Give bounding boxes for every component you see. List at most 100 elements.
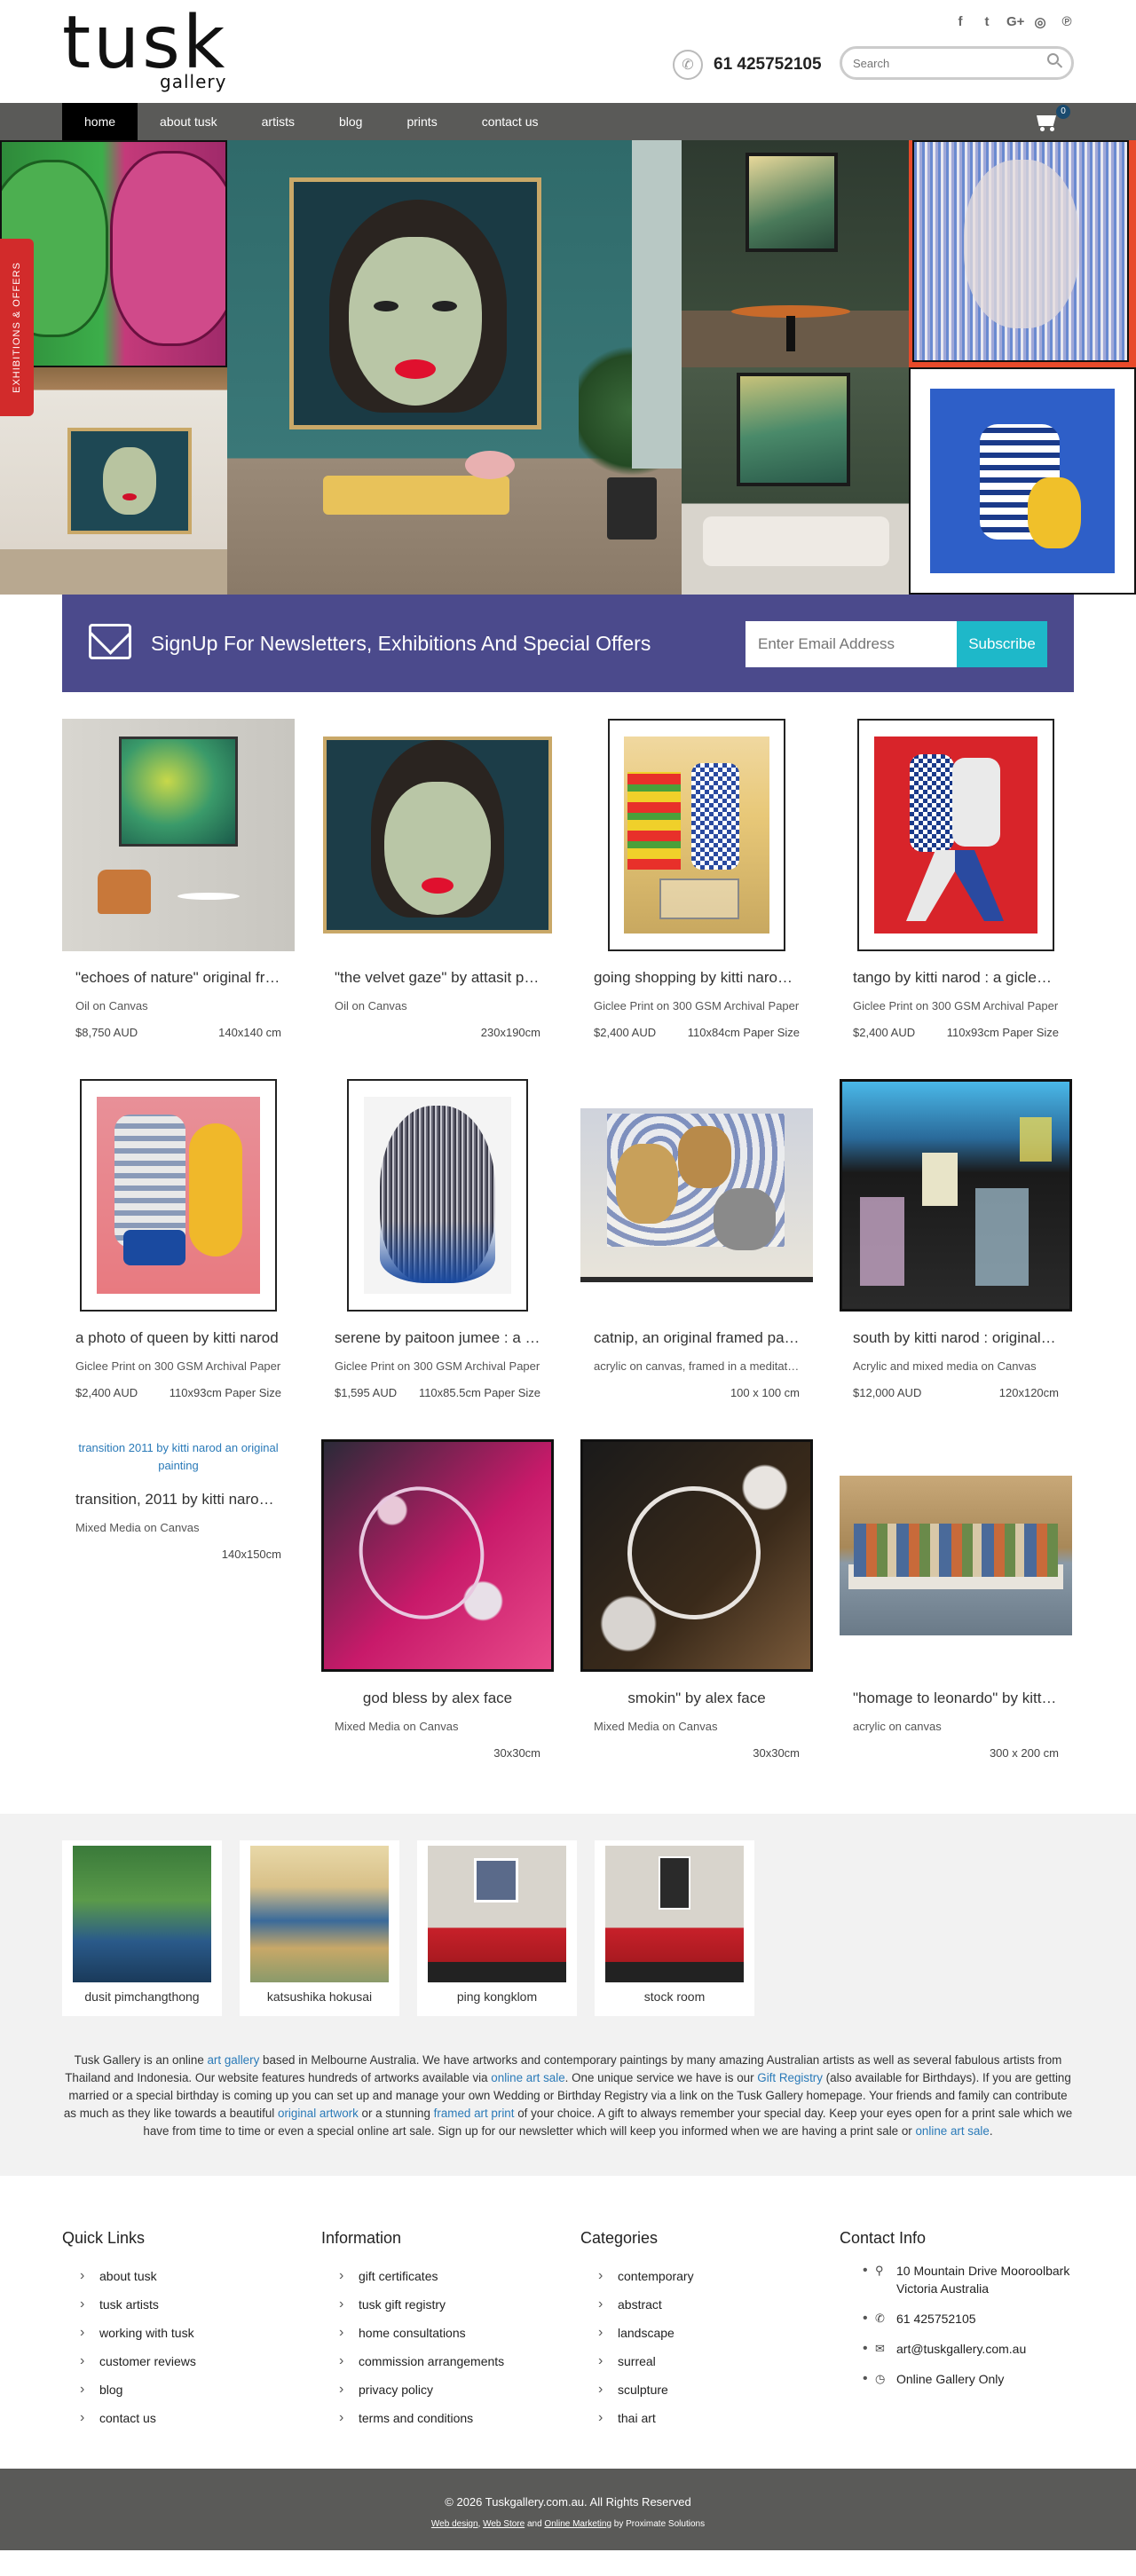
footer-link[interactable]: commission arrangements <box>339 2347 580 2375</box>
footer-link[interactable]: blog <box>80 2375 321 2404</box>
twitter-icon[interactable]: t <box>980 14 994 30</box>
product-card[interactable]: "the velvet gaze" by attasit pokpong Oil… <box>321 719 554 1079</box>
artist-card[interactable]: katsushika hokusai <box>240 1840 399 2016</box>
product-image[interactable] <box>840 719 1072 951</box>
artist-card[interactable]: dusit pimchangthong <box>62 1840 222 2016</box>
product-image-alt-text[interactable]: transition 2011 by kitti narod an origin… <box>62 1439 295 1475</box>
web-design-link[interactable]: Web design <box>431 2519 478 2529</box>
exhibitions-offers-tab[interactable]: EXHIBITIONS & OFFERS <box>0 239 34 416</box>
nav-item-contact-us[interactable]: contact us <box>460 103 561 140</box>
artist-image[interactable] <box>250 1846 389 1982</box>
web-store-link[interactable]: Web Store <box>483 2519 525 2529</box>
product-image[interactable] <box>321 1079 554 1312</box>
footer-link[interactable]: tusk gift registry <box>339 2290 580 2319</box>
footer-link[interactable]: abstract <box>598 2290 840 2319</box>
product-title[interactable]: serene by paitoon jumee : a giclee print <box>335 1329 540 1347</box>
framed-art-print-link[interactable]: framed art print <box>434 2107 515 2120</box>
product-card[interactable]: god bless by alex face Mixed Media on Ca… <box>321 1439 554 1776</box>
hero-tile-living-room[interactable] <box>682 367 909 595</box>
search-icon[interactable] <box>1047 53 1059 65</box>
footer-link[interactable]: tusk artists <box>80 2290 321 2319</box>
art-gallery-link[interactable]: art gallery <box>207 2053 259 2067</box>
artist-image[interactable] <box>428 1846 566 1982</box>
product-title[interactable]: transition, 2011 by kitti narod an origi… <box>75 1491 281 1509</box>
footer-link[interactable]: home consultations <box>339 2319 580 2347</box>
artist-name[interactable]: stock room <box>600 1989 749 2004</box>
hero-tile-queen-print[interactable] <box>909 367 1136 595</box>
hero-tile-dining-room[interactable] <box>682 140 909 367</box>
phone-number[interactable]: 61 425752105 <box>714 55 822 75</box>
artist-name[interactable]: ping kongklom <box>422 1989 572 2004</box>
product-card[interactable]: going shopping by kitti narod : a giclee… <box>580 719 813 1079</box>
footer-link[interactable]: privacy policy <box>339 2375 580 2404</box>
contact-email-text[interactable]: art@tuskgallery.com.au <box>896 2342 1026 2356</box>
product-card[interactable]: smokin" by alex face Mixed Media on Canv… <box>580 1439 813 1776</box>
nav-item-about-tusk[interactable]: about tusk <box>138 103 240 140</box>
hero-tile-room-portrait[interactable] <box>0 367 227 595</box>
product-title[interactable]: tango by kitti narod : a giclee print <box>853 969 1059 987</box>
gift-registry-link[interactable]: Gift Registry <box>757 2071 823 2084</box>
artist-image[interactable] <box>605 1846 744 1982</box>
online-art-sale-link[interactable]: online art sale <box>491 2071 564 2084</box>
instagram-icon[interactable]: ◎ <box>1033 14 1047 30</box>
search-input[interactable] <box>853 54 1030 72</box>
footer-link[interactable]: gift certificates <box>339 2262 580 2290</box>
product-image[interactable] <box>580 719 813 951</box>
facebook-icon[interactable]: f <box>953 14 967 30</box>
product-title[interactable]: catnip, an original framed painting <box>594 1329 800 1347</box>
product-image[interactable] <box>321 719 554 951</box>
original-artwork-link[interactable]: original artwork <box>278 2107 359 2120</box>
product-image[interactable] <box>580 1079 813 1312</box>
nav-item-prints[interactable]: prints <box>384 103 459 140</box>
product-image[interactable] <box>62 719 295 951</box>
product-title[interactable]: "the velvet gaze" by attasit pokpong <box>335 969 540 987</box>
footer-link[interactable]: customer reviews <box>80 2347 321 2375</box>
contact-phone-text[interactable]: 61 425752105 <box>896 2312 976 2326</box>
footer-link[interactable]: contemporary <box>598 2262 840 2290</box>
site-logo[interactable]: tusk gallery <box>62 7 240 96</box>
product-card[interactable]: catnip, an original framed painting acry… <box>580 1079 813 1439</box>
product-image[interactable] <box>321 1439 554 1672</box>
product-card[interactable]: "homage to leonardo" by kitti narod acry… <box>840 1439 1072 1776</box>
product-card[interactable]: "echoes of nature" original framed paint… <box>62 719 295 1079</box>
footer-link[interactable]: surreal <box>598 2347 840 2375</box>
cart-icon[interactable]: 0 <box>1035 105 1070 131</box>
product-card[interactable]: tango by kitti narod : a giclee print Gi… <box>840 719 1072 1079</box>
footer-link[interactable]: about tusk <box>80 2262 321 2290</box>
product-image[interactable] <box>580 1439 813 1672</box>
footer-link[interactable]: working with tusk <box>80 2319 321 2347</box>
nav-item-artists[interactable]: artists <box>240 103 317 140</box>
product-title[interactable]: a photo of queen by kitti narod <box>75 1329 281 1347</box>
product-image[interactable] <box>62 1079 295 1312</box>
product-card[interactable]: transition 2011 by kitti narod an origin… <box>62 1439 295 1776</box>
google-plus-icon[interactable]: G+ <box>1006 14 1024 30</box>
newsletter-email-input[interactable] <box>746 621 957 667</box>
nav-item-home[interactable]: home <box>62 103 138 140</box>
hero-tile-serene-face[interactable] <box>909 140 1136 367</box>
product-title[interactable]: god bless by alex face <box>335 1690 540 1707</box>
artist-card[interactable]: ping kongklom <box>417 1840 577 2016</box>
product-image[interactable] <box>840 1439 1072 1672</box>
artist-name[interactable]: dusit pimchangthong <box>67 1989 217 2004</box>
hero-tile-kissing-faces[interactable] <box>0 140 227 367</box>
artist-image[interactable] <box>73 1846 211 1982</box>
footer-link[interactable]: contact us <box>80 2404 321 2432</box>
nav-item-blog[interactable]: blog <box>317 103 384 140</box>
product-title[interactable]: south by kitti narod : original painting <box>853 1329 1059 1347</box>
footer-link[interactable]: sculpture <box>598 2375 840 2404</box>
product-card[interactable]: serene by paitoon jumee : a giclee print… <box>321 1079 554 1439</box>
product-image[interactable] <box>840 1079 1072 1312</box>
product-title[interactable]: "echoes of nature" original framed paint… <box>75 969 281 987</box>
artist-name[interactable]: katsushika hokusai <box>245 1989 394 2004</box>
footer-link[interactable]: terms and conditions <box>339 2404 580 2432</box>
artist-card[interactable]: stock room <box>595 1840 754 2016</box>
product-title[interactable]: smokin" by alex face <box>594 1690 800 1707</box>
footer-link[interactable]: thai art <box>598 2404 840 2432</box>
product-card[interactable]: a photo of queen by kitti narod Giclee P… <box>62 1079 295 1439</box>
footer-link[interactable]: landscape <box>598 2319 840 2347</box>
hero-tile-velvet-gaze-room[interactable] <box>227 140 682 595</box>
online-art-sale-link[interactable]: online art sale <box>915 2124 989 2138</box>
product-title[interactable]: going shopping by kitti narod : a giclee… <box>594 969 800 987</box>
pinterest-icon[interactable]: ℗ <box>1060 14 1074 30</box>
product-title[interactable]: "homage to leonardo" by kitti narod <box>853 1690 1059 1707</box>
